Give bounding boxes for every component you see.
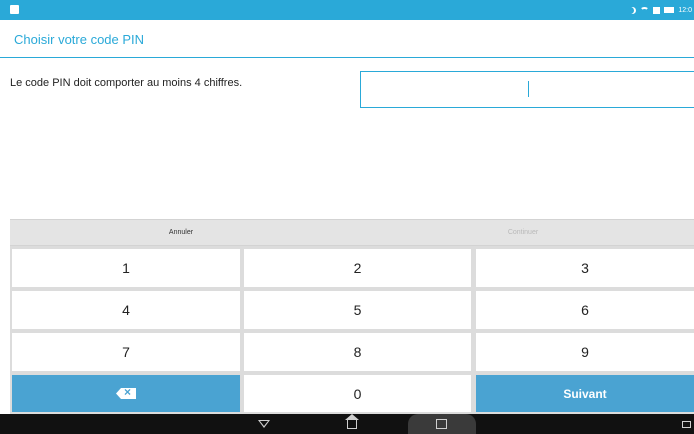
key-5[interactable]: 5 — [244, 291, 471, 329]
key-1[interactable]: 1 — [12, 249, 240, 287]
key-2[interactable]: 2 — [244, 249, 471, 287]
key-8[interactable]: 8 — [244, 333, 471, 371]
key-9[interactable]: 9 — [476, 333, 694, 371]
cancel-button[interactable]: Annuler — [10, 220, 352, 245]
keyboard-icon[interactable] — [682, 421, 691, 428]
pin-instruction: Le code PIN doit comporter au moins 4 ch… — [10, 77, 243, 89]
text-cursor — [528, 81, 529, 97]
key-7[interactable]: 7 — [12, 333, 240, 371]
notification-icon — [10, 5, 19, 14]
pin-form: Le code PIN doit comporter au moins 4 ch… — [0, 59, 694, 219]
navigation-bar — [0, 414, 694, 434]
moon-icon — [629, 7, 636, 14]
delete-key[interactable] — [12, 375, 240, 412]
status-icons: 12:0 — [629, 3, 692, 17]
battery-icon — [664, 7, 675, 13]
action-bar: Annuler Continuer — [10, 219, 694, 246]
continue-button[interactable]: Continuer — [352, 220, 694, 245]
wifi-icon — [640, 6, 650, 14]
next-button[interactable]: Suivant — [476, 375, 694, 412]
recent-apps-icon[interactable] — [436, 419, 447, 429]
signal-icon — [653, 6, 661, 14]
status-bar: 12:0 — [0, 0, 694, 20]
backspace-icon — [116, 388, 136, 399]
status-time: 12:0 — [678, 6, 692, 14]
pin-input[interactable] — [360, 71, 694, 108]
key-0[interactable]: 0 — [244, 375, 471, 412]
screen: 12:0 Choisir votre code PIN Le code PIN … — [0, 0, 694, 434]
home-icon[interactable] — [345, 414, 359, 429]
back-icon[interactable] — [258, 420, 270, 428]
numeric-keypad: 1 2 3 4 5 6 7 8 9 0 Suivant — [10, 246, 694, 414]
page-title: Choisir votre code PIN — [14, 32, 145, 47]
title-bar: Choisir votre code PIN — [0, 20, 694, 58]
key-4[interactable]: 4 — [12, 291, 240, 329]
key-3[interactable]: 3 — [476, 249, 694, 287]
key-6[interactable]: 6 — [476, 291, 694, 329]
